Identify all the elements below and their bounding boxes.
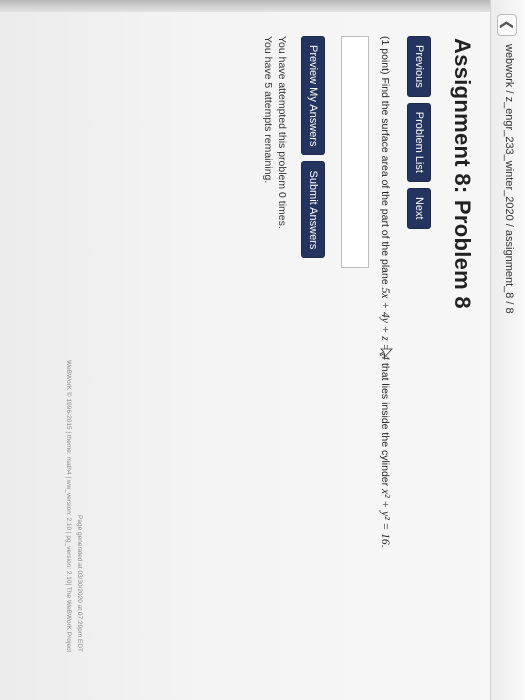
breadcrumb-bar: ❮ webwork / z_engr_233_winter_2020 / ass… (490, 0, 525, 700)
screen: ❮ webwork / z_engr_233_winter_2020 / ass… (0, 0, 525, 700)
remaining-text: You have 5 attempts remaining. (262, 36, 274, 184)
problem-list-button[interactable]: Problem List (407, 102, 431, 182)
attempt-status: You have attempted this problem 0 times.… (261, 36, 289, 229)
problem-nav: Previous Problem List Next (407, 36, 431, 229)
problem-statement: (1 point) Find the surface area of the p… (379, 36, 391, 548)
mouse-pointer-icon (379, 348, 393, 358)
next-button[interactable]: Next (407, 187, 431, 229)
generated-text: Page generated at 03/30/2020 at 07:29pm … (76, 515, 83, 652)
breadcrumb: webwork / z_engr_233_winter_2020 / assig… (503, 44, 515, 314)
page-title: Assignment 8: Problem 8 (450, 38, 475, 309)
preview-answers-button[interactable]: Preview My Answers (301, 36, 325, 156)
problem-text-3: . (379, 544, 391, 548)
previous-button[interactable]: Previous (407, 36, 431, 97)
chevron-left-icon: ❮ (500, 19, 515, 31)
answer-actions: Preview My Answers Submit Answers (301, 36, 325, 259)
back-button[interactable]: ❮ (497, 14, 517, 36)
cylinder-equation: x² + y² = 16 (379, 489, 391, 545)
attempts-text: You have attempted this problem 0 times. (276, 36, 288, 229)
page-footer: Page generated at 03/30/2020 at 07:29pm … (63, 360, 85, 652)
answer-input[interactable] (341, 36, 369, 268)
copyright-text: WeBWorK © 1996-2015 | theme: math4 | ww_… (65, 359, 72, 652)
submit-answers-button[interactable]: Submit Answers (301, 161, 325, 259)
problem-points: (1 point) (379, 36, 391, 75)
problem-text-1: Find the surface area of the part of the… (379, 74, 391, 288)
problem-text-2: that lies inside the cylinder (379, 360, 391, 490)
rotated-page: ❮ webwork / z_engr_233_winter_2020 / ass… (0, 0, 525, 700)
